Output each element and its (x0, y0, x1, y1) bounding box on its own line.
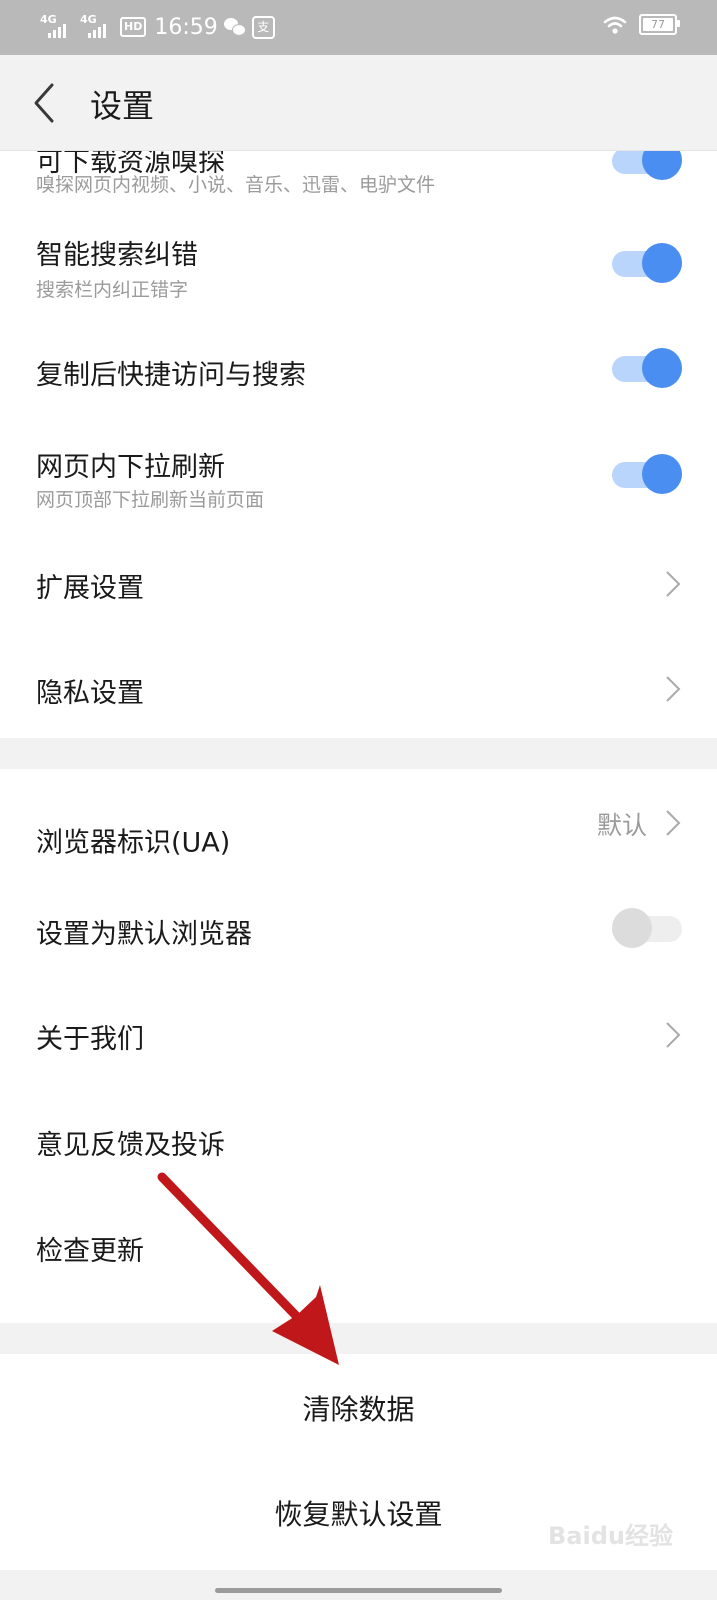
wifi-icon (603, 16, 627, 34)
setting-title: 复制后快捷访问与搜索 (36, 360, 306, 391)
cellular-signal-icon: 4G (80, 14, 114, 40)
settings-group-general: 可下载资源嗅探 嗅探网页内视频、小说、音乐、迅雷、电驴文件 智能搜索纠错 搜索栏… (0, 100, 717, 738)
setting-title: 检查更新 (36, 1236, 144, 1267)
setting-privacy[interactable]: 隐私设置 (0, 625, 717, 738)
setting-check-update[interactable]: 检查更新 (0, 1197, 717, 1323)
chevron-right-icon (666, 571, 681, 597)
setting-value: 默认 (596, 811, 647, 840)
battery-level: 77 (643, 18, 673, 31)
setting-title: 智能搜索纠错 (36, 240, 198, 271)
setting-extension[interactable]: 扩展设置 (0, 520, 717, 625)
wechat-icon (223, 18, 246, 36)
setting-title: 设置为默认浏览器 (36, 919, 252, 950)
back-button[interactable] (24, 77, 72, 129)
setting-title: 意见反馈及投诉 (36, 1130, 225, 1161)
setting-subtitle: 网页顶部下拉刷新当前页面 (36, 489, 265, 511)
setting-copy-quick-access[interactable]: 复制后快捷访问与搜索 (0, 310, 717, 415)
setting-user-agent[interactable]: 浏览器标识(UA) 默认 (0, 769, 717, 876)
setting-title: 关于我们 (36, 1024, 144, 1055)
hd-voice-icon: HD (120, 17, 147, 37)
status-time: 16:59 (154, 14, 218, 40)
setting-title: 浏览器标识(UA) (36, 827, 231, 859)
setting-pull-refresh[interactable]: 网页内下拉刷新 网页顶部下拉刷新当前页面 (0, 415, 717, 520)
pull-refresh-toggle[interactable] (612, 452, 682, 496)
setting-subtitle: 搜索栏内纠正错字 (36, 279, 189, 301)
setting-about-us[interactable]: 关于我们 (0, 983, 717, 1090)
page-title: 设置 (90, 87, 155, 125)
clear-data-button[interactable]: 清除数据 (0, 1388, 717, 1428)
setting-default-browser[interactable]: 设置为默认浏览器 (0, 876, 717, 983)
setting-subtitle: 嗅探网页内视频、小说、音乐、迅雷、电驴文件 (36, 174, 436, 196)
cellular-signal-icon: 4G (40, 14, 74, 40)
battery-icon: 77 (639, 14, 680, 35)
chevron-right-icon (666, 810, 681, 836)
setting-title: 网页内下拉刷新 (36, 452, 225, 483)
home-indicator[interactable] (215, 1588, 502, 1593)
chevron-right-icon (666, 1022, 681, 1048)
setting-smart-search[interactable]: 智能搜索纠错 搜索栏内纠正错字 (0, 205, 717, 310)
title-bar: 设置 (0, 55, 717, 151)
chevron-right-icon (666, 676, 681, 702)
status-bar: 4G 4G HD 16:59 支 77 (0, 0, 717, 55)
copy-quick-access-toggle[interactable] (612, 346, 682, 390)
back-arrow-icon (34, 83, 54, 123)
settings-group-other: 浏览器标识(UA) 默认 设置为默认浏览器 关于我们 意见反馈及投诉 检查更新 (0, 769, 717, 1323)
alipay-icon: 支 (251, 15, 275, 39)
setting-title: 隐私设置 (36, 678, 144, 709)
default-browser-toggle[interactable] (612, 906, 682, 950)
setting-title: 扩展设置 (36, 573, 144, 604)
smart-search-toggle[interactable] (612, 241, 682, 285)
baidu-jingyan-watermark: Baidu经验 (548, 1522, 673, 1550)
setting-feedback[interactable]: 意见反馈及投诉 (0, 1090, 717, 1197)
